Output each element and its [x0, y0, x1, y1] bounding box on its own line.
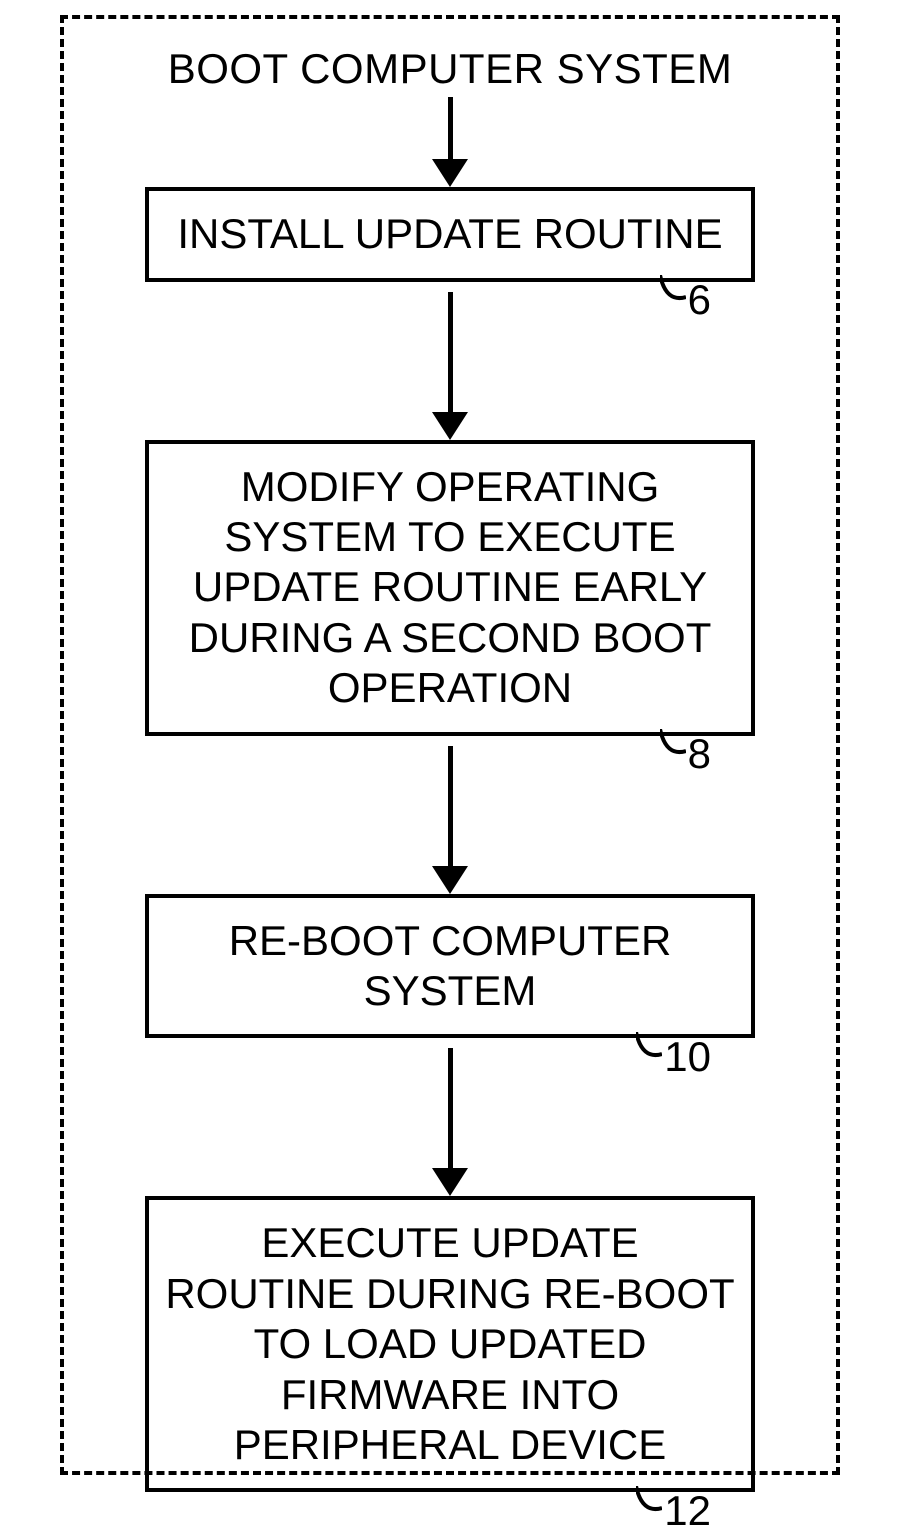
node-text: INSTALL UPDATE ROUTINE — [177, 210, 722, 257]
node-modify-operating-system: MODIFY OPERATING SYSTEM TO EXECUTE UPDAT… — [145, 440, 755, 736]
start-label: BOOT COMPUTER SYSTEM — [168, 45, 733, 93]
node-ref: 10 — [636, 1032, 711, 1082]
ref-hook-icon — [660, 275, 686, 311]
node-ref: 6 — [660, 275, 711, 325]
arrow-node1-to-node2 — [432, 746, 468, 894]
node-install-update-routine: INSTALL UPDATE ROUTINE 6 — [145, 187, 755, 281]
ref-hook-icon — [660, 729, 686, 765]
node-execute-update-routine: EXECUTE UPDATE ROUTINE DURING RE-BOOT TO… — [145, 1196, 755, 1492]
node-ref: 8 — [660, 729, 711, 779]
node-reboot-computer-system: RE-BOOT COMPUTER SYSTEM 10 — [145, 894, 755, 1039]
node-text: EXECUTE UPDATE ROUTINE DURING RE-BOOT TO… — [165, 1219, 734, 1468]
arrow-node0-to-node1 — [432, 292, 468, 440]
node-ref-number: 8 — [688, 729, 711, 779]
ref-hook-icon — [636, 1032, 662, 1068]
arrow-node2-to-node3 — [432, 1048, 468, 1196]
node-ref-number: 10 — [664, 1032, 711, 1082]
flowchart: BOOT COMPUTER SYSTEM INSTALL UPDATE ROUT… — [60, 15, 840, 1475]
arrow-start-to-node0 — [432, 97, 468, 187]
node-ref-number: 12 — [664, 1486, 711, 1536]
node-text: RE-BOOT COMPUTER SYSTEM — [229, 917, 672, 1014]
ref-hook-icon — [636, 1486, 662, 1522]
node-text: MODIFY OPERATING SYSTEM TO EXECUTE UPDAT… — [189, 463, 712, 712]
node-ref-number: 6 — [688, 275, 711, 325]
node-ref: 12 — [636, 1486, 711, 1536]
